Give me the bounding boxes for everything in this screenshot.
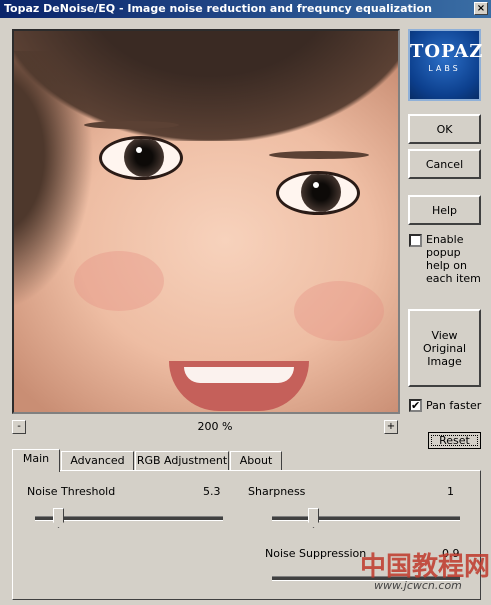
preview-brow-right	[269, 151, 369, 159]
help-button[interactable]: Help	[408, 195, 481, 225]
image-preview[interactable]	[12, 29, 400, 414]
pan-faster-checkbox[interactable]: ✔	[409, 399, 422, 412]
ok-button[interactable]: OK	[408, 114, 481, 144]
topaz-logo: TOPAZ LABS	[408, 29, 484, 101]
sharpness-value: 1	[447, 485, 454, 498]
sharpness-slider[interactable]	[308, 508, 319, 528]
noise-threshold-slider[interactable]	[53, 508, 64, 528]
preview-cheek-left	[74, 251, 164, 311]
preview-cheek-right	[294, 281, 384, 341]
zoom-in-button[interactable]: +	[384, 420, 398, 434]
tab-advanced[interactable]: Advanced	[61, 451, 134, 471]
tab-about[interactable]: About	[230, 451, 282, 471]
sharpness-track	[272, 516, 460, 521]
pan-faster-label: Pan faster	[426, 399, 482, 412]
window-title-bar: Topaz DeNoise/EQ - Image noise reduction…	[0, 0, 491, 18]
preview-eye-left	[99, 136, 183, 180]
watermark-url: www.jcwcn.com	[374, 579, 462, 592]
preview-eye-right	[276, 171, 360, 215]
noise-suppression-label: Noise Suppression	[265, 547, 367, 560]
close-icon[interactable]: ×	[474, 2, 488, 15]
view-original-button[interactable]: View Original Image	[408, 309, 481, 387]
noise-threshold-value: 5.3	[203, 485, 221, 498]
zoom-out-button[interactable]: -	[12, 420, 26, 434]
logo-text: TOPAZ	[410, 41, 484, 62]
tab-main[interactable]: Main	[12, 449, 60, 472]
logo-subtext: LABS	[428, 64, 461, 73]
zoom-level: 200 %	[197, 420, 233, 433]
noise-threshold-label: Noise Threshold	[27, 485, 116, 498]
tab-rgb-adjustment[interactable]: RGB Adjustment	[135, 451, 229, 471]
window-title: Topaz DeNoise/EQ - Image noise reduction…	[4, 2, 432, 15]
enable-popup-help-checkbox[interactable]	[409, 234, 422, 247]
watermark-text: 中国教程网	[360, 552, 491, 582]
sharpness-label: Sharpness	[248, 485, 306, 498]
cancel-button[interactable]: Cancel	[408, 149, 481, 179]
enable-popup-help-label: Enable popup help on each item	[426, 233, 481, 285]
preview-mouth	[169, 361, 309, 411]
preview-brow-left	[84, 121, 179, 129]
reset-button[interactable]: Reset	[428, 432, 481, 449]
